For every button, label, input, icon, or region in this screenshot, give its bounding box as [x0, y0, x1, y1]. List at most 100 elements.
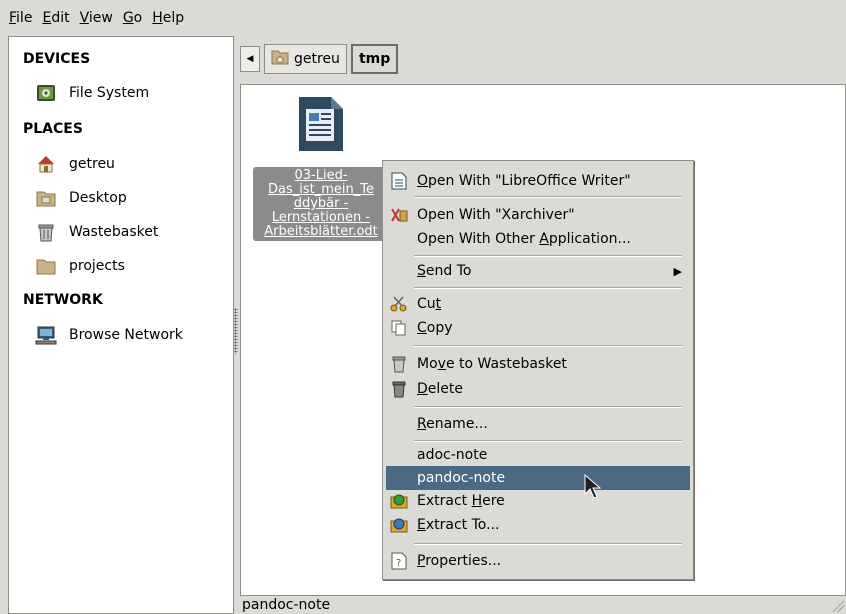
menu-item-open-with-writer[interactable]: Open With "LibreOffice Writer" — [386, 169, 690, 193]
svg-text:?: ? — [396, 558, 401, 569]
menu-item-rename[interactable]: Rename... — [386, 412, 690, 436]
menu-help-key: H — [152, 10, 163, 26]
file-item[interactable]: 03-Lied- Das_ist_mein_Te ddybär - Lernst… — [252, 95, 390, 241]
document-icon — [390, 172, 408, 190]
properties-icon: ? — [390, 552, 408, 570]
folder-icon — [35, 256, 57, 276]
path-button-label: tmp — [358, 51, 391, 67]
sidebar-item-getreu[interactable]: getreu — [35, 154, 115, 174]
path-bar: ◀ getreu tmp — [240, 44, 399, 74]
menu-bar: File Edit View Go Help — [0, 0, 846, 36]
menu-item-label: Open With "Xarchiver" — [417, 207, 575, 223]
home-folder-icon — [271, 49, 289, 69]
places-header: PLACES — [23, 121, 83, 137]
menu-item-open-with-xarchiver[interactable]: Open With "Xarchiver" — [386, 203, 690, 227]
menu-item-label: Rename... — [417, 416, 488, 432]
menu-item-label: Delete — [417, 381, 463, 397]
path-button-label: getreu — [294, 51, 340, 67]
menu-edit[interactable]: Edit — [37, 10, 74, 26]
menu-view[interactable]: View — [75, 10, 118, 26]
menu-item-move-to-wastebasket[interactable]: Move to Wastebasket — [386, 352, 690, 376]
menu-help[interactable]: Help — [147, 10, 189, 26]
resize-grip[interactable] — [832, 600, 844, 612]
menu-item-properties[interactable]: ? Properties... — [386, 549, 690, 573]
menu-separator — [414, 255, 682, 257]
file-name-line: ddybär - — [293, 196, 349, 211]
menu-item-extract-here[interactable]: Extract Here — [386, 489, 690, 513]
menu-separator — [414, 345, 682, 347]
menu-go-label: o — [133, 10, 143, 26]
menu-item-label: Extract To... — [417, 517, 500, 533]
network-icon — [35, 325, 57, 345]
side-pane: DEVICES File System PLACES getreu Deskto… — [8, 36, 234, 614]
sidebar-item-label: File System — [69, 85, 150, 101]
sidebar-item-label: Wastebasket — [69, 224, 159, 240]
home-icon — [35, 154, 57, 174]
sidebar-item-label: projects — [69, 258, 125, 274]
menu-item-delete[interactable]: Delete — [386, 377, 690, 401]
context-menu: Open With "LibreOffice Writer" Open With… — [382, 160, 694, 580]
status-bar: pandoc-note — [232, 596, 846, 614]
wastebasket-icon — [390, 355, 408, 373]
extract-icon — [390, 492, 408, 510]
path-button-current[interactable]: tmp — [350, 44, 399, 74]
sidebar-item-file-system[interactable]: File System — [35, 83, 149, 103]
sidebar-item-label: getreu — [69, 156, 115, 172]
sidebar-item-projects[interactable]: projects — [35, 256, 125, 276]
menu-item-open-with-other[interactable]: Open With Other Application... — [386, 227, 690, 251]
menu-separator — [414, 440, 682, 442]
menu-item-cut[interactable]: Cut — [386, 292, 690, 316]
submenu-arrow-icon: ▶ — [673, 264, 682, 278]
menu-item-pandoc-note[interactable]: pandoc-note — [386, 466, 690, 490]
menu-file-key: F — [9, 10, 17, 26]
sidebar-item-label: Desktop — [69, 190, 127, 206]
status-text: pandoc-note — [242, 597, 331, 613]
sidebar-item-label: Browse Network — [69, 327, 183, 343]
path-back-arrow-icon[interactable]: ◀ — [240, 46, 260, 72]
menu-view-label: iew — [88, 10, 113, 26]
menu-edit-key: E — [42, 10, 52, 26]
delete-icon — [390, 380, 408, 398]
menu-file-label: ile — [16, 10, 33, 26]
menu-item-label: Open With "LibreOffice Writer" — [417, 173, 631, 189]
menu-item-label: Cut — [417, 296, 442, 312]
menu-item-extract-to[interactable]: Extract To... — [386, 513, 690, 537]
writer-document-icon — [297, 95, 345, 157]
menu-item-send-to[interactable]: Send To ▶ — [386, 259, 690, 283]
menu-view-key: V — [79, 10, 89, 26]
menu-separator — [414, 543, 682, 545]
menu-file[interactable]: File — [4, 10, 37, 26]
scissors-icon — [390, 295, 408, 313]
desktop-folder-icon — [35, 188, 57, 208]
menu-go-key: G — [122, 10, 134, 26]
drive-icon — [35, 83, 57, 103]
wastebasket-icon — [35, 222, 57, 242]
menu-separator — [414, 196, 682, 198]
menu-item-label: Send To — [417, 263, 472, 279]
file-name-line: Lernstationen - — [271, 210, 371, 225]
path-button-home[interactable]: getreu — [264, 44, 347, 74]
xarchiver-icon — [390, 206, 408, 224]
file-name-label[interactable]: 03-Lied- Das_ist_mein_Te ddybär - Lernst… — [253, 167, 389, 241]
mouse-pointer-icon — [584, 473, 602, 500]
file-name-line: Arbeitsblätter.odt — [264, 224, 378, 239]
menu-separator — [414, 406, 682, 408]
extract-to-icon — [390, 516, 408, 534]
file-name-line: Das_ist_mein_Te — [268, 182, 374, 197]
menu-item-label: Properties... — [417, 553, 502, 569]
file-name-line: 03-Lied- — [294, 168, 348, 183]
devices-header: DEVICES — [23, 51, 91, 67]
sidebar-item-wastebasket[interactable]: Wastebasket — [35, 222, 158, 242]
menu-go[interactable]: Go — [118, 10, 147, 26]
sidebar-item-desktop[interactable]: Desktop — [35, 188, 127, 208]
copy-icon — [390, 319, 408, 337]
menu-item-label: Move to Wastebasket — [417, 356, 567, 372]
pane-splitter[interactable] — [234, 308, 238, 354]
menu-item-label: pandoc-note — [417, 470, 506, 486]
sidebar-item-browse-network[interactable]: Browse Network — [35, 325, 183, 345]
menu-item-adoc-note[interactable]: adoc-note — [386, 443, 690, 467]
menu-help-label: elp — [162, 10, 185, 26]
menu-edit-label: dit — [51, 10, 70, 26]
menu-item-copy[interactable]: Copy — [386, 316, 690, 340]
menu-item-label: Copy — [417, 320, 453, 336]
